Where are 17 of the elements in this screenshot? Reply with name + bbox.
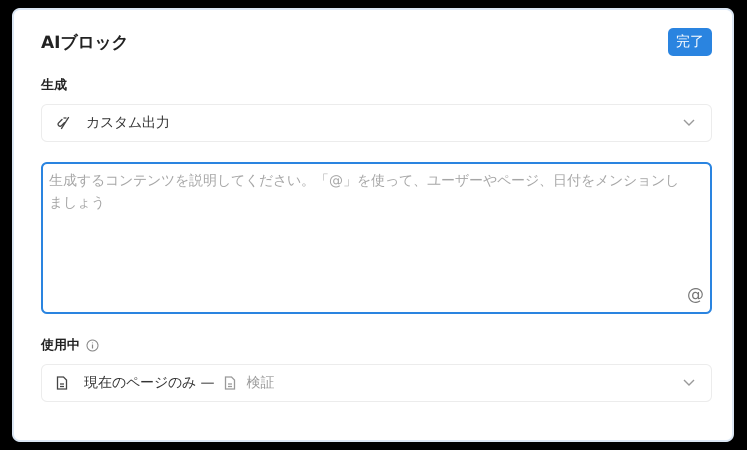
section-label: 使用中 — [41, 337, 80, 354]
prompt-field[interactable]: 生成するコンテンツを説明してください。「@」を使って、ユーザーやページ、日付をメンションしましょう @ — [41, 162, 712, 314]
done-button[interactable]: 完了 — [668, 28, 712, 56]
output-select[interactable]: カスタム出力 — [41, 104, 712, 142]
section-label: 生成 — [41, 77, 67, 94]
panel-title: AIブロック — [41, 32, 128, 54]
page-name: 検証 — [246, 374, 274, 392]
chevron-down-icon — [683, 119, 695, 127]
link-icon — [56, 116, 70, 130]
scope-select[interactable]: 現在のページのみ — 検証 — [41, 364, 712, 402]
chevron-down-icon — [683, 379, 695, 387]
info-icon — [86, 338, 99, 352]
document-icon — [224, 376, 236, 390]
select-value: 現在のページのみ — — [84, 374, 214, 392]
mention-button[interactable]: @ — [687, 287, 704, 304]
select-value: カスタム出力 — [86, 114, 170, 132]
document-icon — [56, 376, 68, 390]
